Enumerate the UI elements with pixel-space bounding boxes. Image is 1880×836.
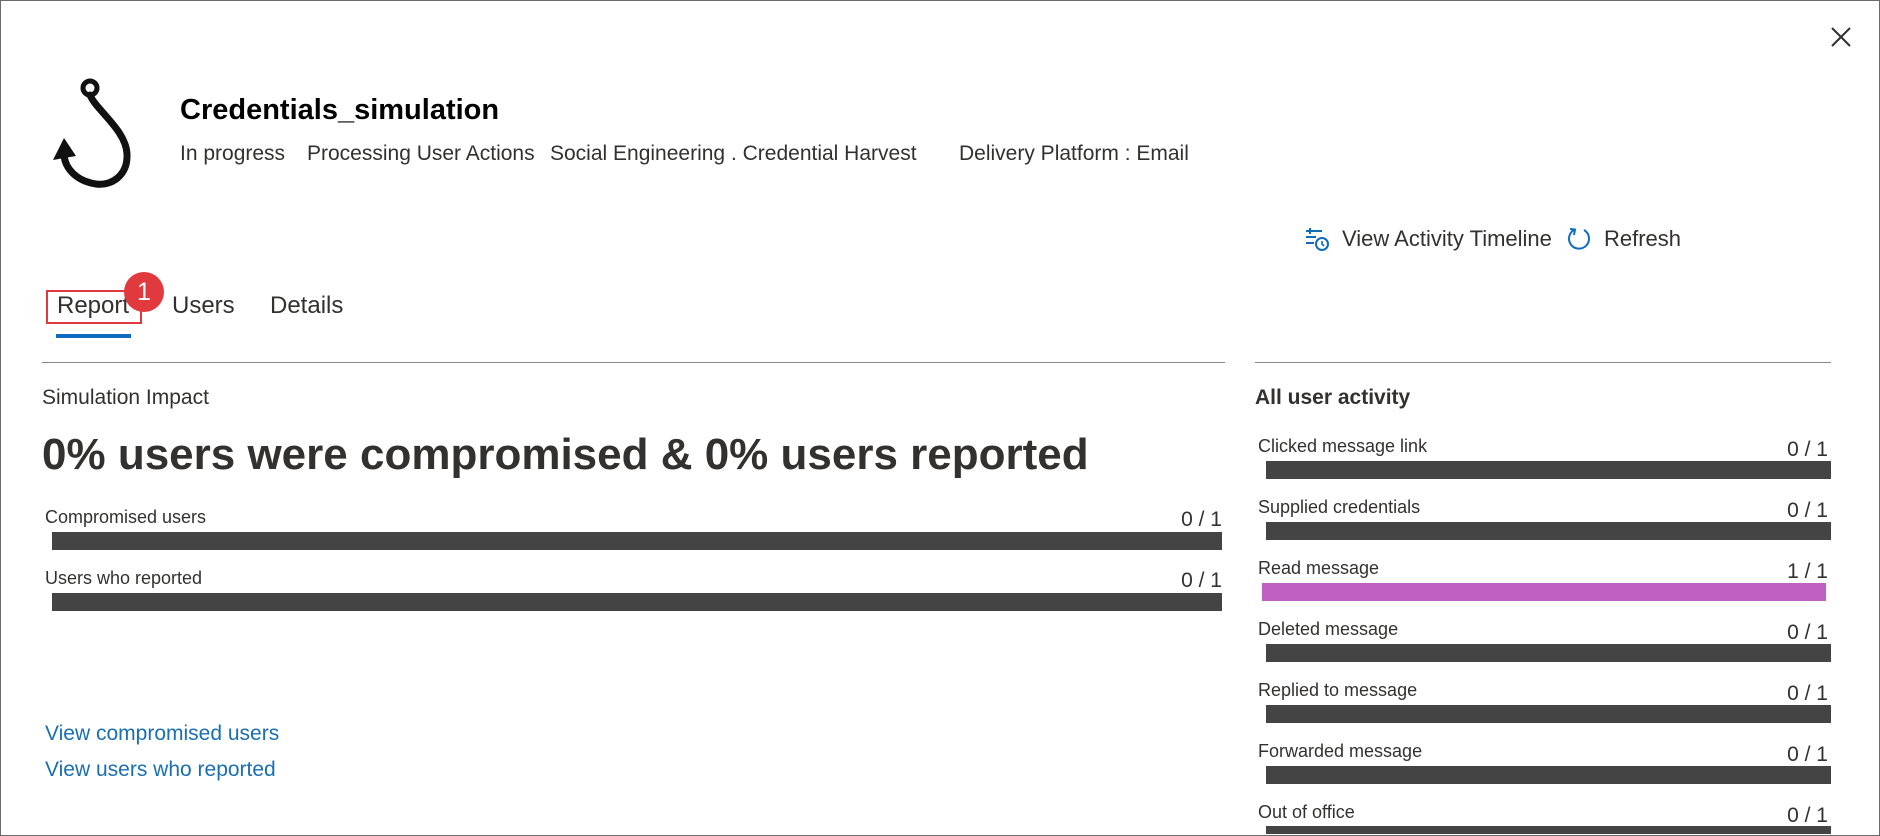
tab-report-indicator <box>56 334 131 338</box>
all-user-activity-title: All user activity <box>1255 386 1411 409</box>
tab-users[interactable]: Users <box>172 292 235 320</box>
out-of-office-count: 0 / 1 <box>1787 804 1828 827</box>
users-who-reported-count: 0 / 1 <box>1181 569 1222 592</box>
read-message-count: 1 / 1 <box>1787 560 1828 583</box>
refresh-label: Refresh <box>1604 226 1682 251</box>
users-who-reported-label: Users who reported <box>45 568 203 588</box>
deleted-message-bar <box>1266 644 1831 662</box>
deleted-message-label: Deleted message <box>1258 619 1399 639</box>
timeline-icon <box>1306 228 1329 251</box>
replied-to-message-label: Replied to message <box>1258 680 1418 700</box>
supplied-credentials-count: 0 / 1 <box>1787 499 1828 522</box>
view-activity-timeline-button[interactable]: View Activity Timeline <box>1304 226 1552 252</box>
supplied-credentials-bar <box>1266 522 1831 540</box>
technique-text: Social Engineering . Credential Harvest <box>550 142 917 165</box>
supplied-credentials-label: Supplied credentials <box>1258 497 1421 517</box>
simulation-impact-title: Simulation Impact <box>42 386 209 409</box>
view-users-who-reported-link[interactable]: View users who reported <box>45 758 276 782</box>
out-of-office-label: Out of office <box>1258 802 1355 822</box>
impact-headline: 0% users were compromised & 0% users rep… <box>42 430 1089 479</box>
refresh-button[interactable]: Refresh <box>1566 226 1681 252</box>
users-who-reported-bar <box>52 593 1222 611</box>
replied-to-message-count: 0 / 1 <box>1787 682 1828 705</box>
processing-status-text: Processing User Actions <box>307 142 535 165</box>
phishing-hook-icon <box>53 78 131 188</box>
read-message-bar <box>1262 583 1826 601</box>
step-badge: 1 <box>124 272 164 312</box>
close-icon[interactable] <box>1826 22 1856 52</box>
replied-to-message-bar <box>1266 705 1831 723</box>
compromised-users-count: 0 / 1 <box>1181 508 1222 531</box>
view-compromised-users-link[interactable]: View compromised users <box>45 722 279 746</box>
out-of-office-bar <box>1266 826 1831 834</box>
refresh-icon <box>1568 228 1590 250</box>
read-message-label: Read message <box>1258 558 1380 578</box>
delivery-platform-text: Delivery Platform : Email <box>959 142 1189 165</box>
right-section-divider <box>1255 362 1831 363</box>
forwarded-message-bar <box>1266 766 1831 784</box>
status-text: In progress <box>180 142 286 165</box>
forwarded-message-count: 0 / 1 <box>1787 743 1828 766</box>
compromised-users-bar <box>52 532 1222 550</box>
simulation-title: Credentials_simulation <box>180 94 500 126</box>
left-section-divider <box>42 362 1225 363</box>
clicked-message-link-bar <box>1266 461 1831 479</box>
tab-details[interactable]: Details <box>270 292 343 320</box>
deleted-message-count: 0 / 1 <box>1787 621 1828 644</box>
compromised-users-label: Compromised users <box>45 507 207 527</box>
clicked-message-link-count: 0 / 1 <box>1787 438 1828 461</box>
forwarded-message-label: Forwarded message <box>1258 741 1423 761</box>
view-activity-timeline-label: View Activity Timeline <box>1342 226 1552 251</box>
clicked-message-link-label: Clicked message link <box>1258 436 1428 456</box>
